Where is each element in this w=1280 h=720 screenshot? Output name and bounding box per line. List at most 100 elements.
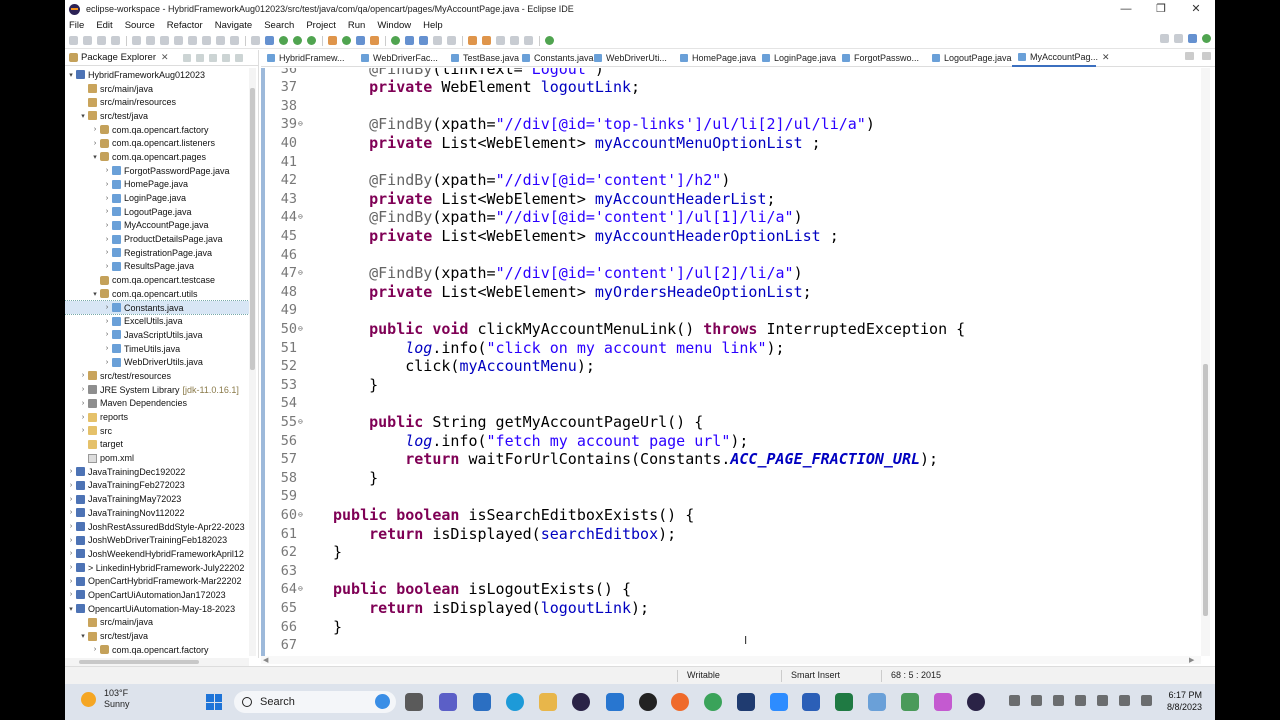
run-icon[interactable]	[279, 36, 288, 45]
package-explorer-vscroll[interactable]	[249, 68, 256, 656]
close-tab-icon[interactable]: ✕	[1102, 52, 1110, 63]
close-view-icon[interactable]: ✕	[161, 52, 169, 63]
tree-item[interactable]: src/main/java	[65, 616, 249, 630]
menu-edit[interactable]: Edit	[96, 20, 112, 31]
tree-item[interactable]: › src/test/resources	[65, 369, 249, 383]
minimize-button[interactable]: —	[1109, 0, 1143, 18]
tree-item[interactable]: › OpenCartUiAutomationJan172023	[65, 588, 249, 602]
print-icon[interactable]	[111, 36, 120, 45]
pin-editor-icon[interactable]	[545, 36, 554, 45]
expand-toggle-icon[interactable]: ›	[79, 400, 87, 407]
view-menu-icon[interactable]	[208, 53, 217, 62]
scroll-thumb[interactable]	[1203, 364, 1208, 616]
code-line[interactable]: private List<WebElement> myAccountHeader…	[333, 190, 775, 209]
expand-toggle-icon[interactable]: ›	[103, 304, 111, 311]
tree-item[interactable]: › com.qa.opencart.factory	[65, 123, 249, 137]
code-line[interactable]: return isDisplayed(logoutLink);	[333, 599, 649, 618]
debug-icon[interactable]	[265, 36, 274, 45]
expand-toggle-icon[interactable]: ▾	[67, 71, 75, 79]
step-over-icon[interactable]	[216, 36, 225, 45]
scroll-left-icon[interactable]: ◀	[263, 656, 268, 664]
open-type-icon[interactable]	[356, 36, 365, 45]
code-line[interactable]: public boolean isLogoutExists() {	[333, 580, 631, 599]
minimize-editor-icon[interactable]	[1185, 52, 1194, 60]
drop-to-frame-icon[interactable]	[251, 36, 260, 45]
code-line[interactable]: public void clickMyAccountMenuLink() thr…	[333, 320, 965, 339]
code-line[interactable]: }	[333, 376, 378, 395]
debug-perspective-icon[interactable]	[1202, 34, 1211, 43]
menu-source[interactable]: Source	[125, 20, 155, 31]
expand-toggle-icon[interactable]: ›	[103, 236, 111, 243]
menu-help[interactable]: Help	[423, 20, 443, 31]
expand-toggle-icon[interactable]: ›	[103, 181, 111, 188]
editor-tab[interactable]: HomePage.java	[674, 50, 756, 67]
expand-toggle-icon[interactable]: ›	[79, 386, 87, 393]
search-icon[interactable]	[1160, 34, 1169, 43]
toggle-mark-occurrences-icon[interactable]	[405, 36, 414, 45]
expand-toggle-icon[interactable]: ▾	[67, 605, 75, 613]
editor-tab[interactable]: WebDriverUti...	[588, 50, 674, 67]
menu-project[interactable]: Project	[306, 20, 336, 31]
fold-toggle-icon[interactable]: ⊖	[298, 320, 303, 339]
battery-icon[interactable]	[1141, 695, 1152, 706]
code-line[interactable]: @FindBy(xpath="//div[@id='content']/ul[2…	[333, 264, 802, 283]
expand-toggle-icon[interactable]: ▾	[79, 632, 87, 640]
editor-tab[interactable]: HybridFramew...	[261, 50, 355, 67]
excel-icon[interactable]	[835, 693, 853, 711]
expand-toggle-icon[interactable]: ›	[103, 167, 111, 174]
package-explorer-tab[interactable]: Package Explorer ✕	[68, 52, 169, 63]
expand-toggle-icon[interactable]: ›	[79, 414, 87, 421]
status-cursor-position[interactable]: 68 : 5 : 2015	[891, 670, 941, 680]
tree-item[interactable]: ▾ com.qa.opencart.utils	[65, 287, 249, 301]
expand-toggle-icon[interactable]: ›	[67, 509, 75, 516]
code-line[interactable]: public String getMyAccountPageUrl() {	[333, 413, 703, 432]
dark-app-icon[interactable]	[737, 693, 755, 711]
fold-toggle-icon[interactable]: ⊖	[298, 413, 303, 432]
editor-tab[interactable]: LogoutPage.java	[926, 50, 1012, 67]
block-selection-icon[interactable]	[447, 36, 456, 45]
tree-item[interactable]: › Maven Dependencies	[65, 397, 249, 411]
tree-item[interactable]: › com.qa.opencart.listeners	[65, 136, 249, 150]
blue-app-icon[interactable]	[606, 693, 624, 711]
external-tools-icon[interactable]	[307, 36, 316, 45]
package-explorer-hscroll[interactable]	[65, 658, 249, 666]
minimize-view-icon[interactable]	[221, 53, 230, 62]
fold-toggle-icon[interactable]: ⊖	[298, 580, 303, 599]
camera-icon[interactable]	[1053, 695, 1064, 706]
suspend-icon[interactable]	[160, 36, 169, 45]
tree-item[interactable]: › WebDriverUtils.java	[65, 355, 249, 369]
coverage-icon[interactable]	[293, 36, 302, 45]
resume-icon[interactable]	[146, 36, 155, 45]
code-line[interactable]: private List<WebElement> myOrdersHeadeOp…	[333, 283, 812, 302]
code-line[interactable]: }	[333, 618, 342, 637]
toggle-word-wrap-icon[interactable]	[419, 36, 428, 45]
previous-annotation-icon[interactable]	[482, 36, 491, 45]
chrome-icon[interactable]	[704, 693, 722, 711]
expand-toggle-icon[interactable]: ›	[67, 468, 75, 475]
tree-item[interactable]: › OpenCartHybridFramework-Mar22202	[65, 574, 249, 588]
expand-toggle-icon[interactable]: ›	[103, 222, 111, 229]
tree-item[interactable]: › Constants.java	[65, 299, 249, 316]
tree-item[interactable]: › ResultsPage.java	[65, 260, 249, 274]
menu-refactor[interactable]: Refactor	[167, 20, 203, 31]
tree-item[interactable]: src/main/java	[65, 82, 249, 96]
taskbar-clock[interactable]: 6:17 PM 8/8/2023	[1152, 689, 1202, 713]
expand-toggle-icon[interactable]: ›	[79, 427, 87, 434]
maximize-editor-icon[interactable]	[1202, 52, 1211, 60]
tree-item[interactable]: › reports	[65, 410, 249, 424]
editor-tab[interactable]: Constants.java	[516, 50, 594, 67]
skip-breakpoints-icon[interactable]	[132, 36, 141, 45]
expand-toggle-icon[interactable]: ›	[79, 372, 87, 379]
tree-item[interactable]: › JavaTrainingFeb272023	[65, 479, 249, 493]
snipping-tool-icon[interactable]	[868, 693, 886, 711]
code-line[interactable]: }	[333, 469, 378, 488]
terminate-icon[interactable]	[174, 36, 183, 45]
tree-item[interactable]: com.qa.opencart.testcase	[65, 273, 249, 287]
code-line[interactable]: @FindBy(xpath="//div[@id='content']/ul[1…	[333, 208, 802, 227]
start-button[interactable]	[206, 694, 222, 710]
scroll-right-icon[interactable]: ▶	[1189, 656, 1194, 664]
multicolor-app-icon[interactable]	[934, 693, 952, 711]
code-line[interactable]: @FindBy(linkText="Logout")	[333, 68, 604, 78]
menu-window[interactable]: Window	[377, 20, 411, 31]
zoom-icon[interactable]	[770, 693, 788, 711]
